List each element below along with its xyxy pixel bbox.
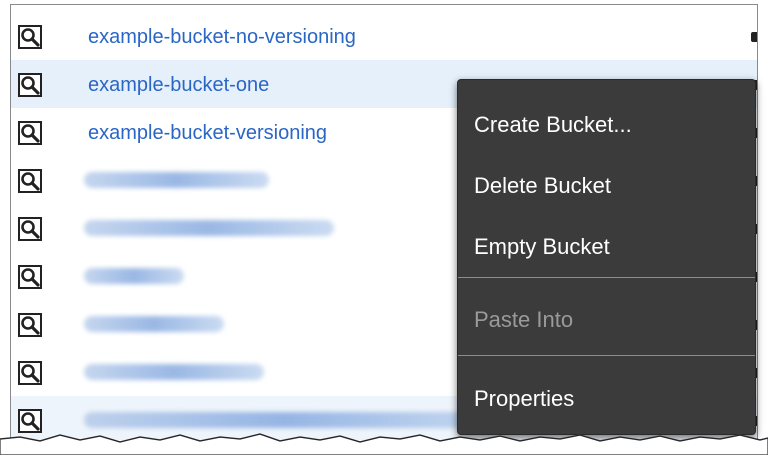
redacted-bucket-name — [84, 220, 334, 236]
bucket-name[interactable]: example-bucket-one — [88, 75, 269, 95]
context-menu: Create Bucket... Delete Bucket Empty Buc… — [457, 79, 756, 435]
panel-border — [757, 4, 758, 440]
menu-item-properties[interactable]: Properties — [474, 387, 574, 411]
torn-edge-decoration — [0, 433, 768, 455]
magnifier-icon — [18, 265, 42, 289]
menu-item-paste-into: Paste Into — [474, 307, 574, 332]
panel-border — [10, 4, 758, 5]
magnifier-icon — [18, 121, 42, 145]
bucket-row[interactable]: example-bucket-no-versioning — [11, 12, 757, 60]
magnifier-icon — [18, 25, 42, 49]
redacted-bucket-name — [84, 316, 224, 332]
magnifier-icon — [18, 217, 42, 241]
menu-item-delete-bucket[interactable]: Delete Bucket — [474, 174, 611, 198]
magnifier-icon — [18, 361, 42, 385]
bucket-name[interactable]: example-bucket-versioning — [88, 123, 327, 143]
magnifier-icon — [18, 73, 42, 97]
magnifier-icon — [18, 313, 42, 337]
redacted-bucket-name — [84, 268, 184, 284]
panel-border — [10, 4, 11, 440]
bucket-name[interactable]: example-bucket-no-versioning — [88, 27, 356, 47]
menu-item-empty-bucket[interactable]: Empty Bucket — [474, 235, 610, 259]
menu-separator — [458, 277, 755, 278]
redacted-bucket-name — [84, 172, 269, 188]
redacted-bucket-name — [84, 364, 264, 380]
menu-item-create-bucket[interactable]: Create Bucket... — [474, 113, 632, 137]
menu-separator — [458, 355, 755, 356]
magnifier-icon — [18, 169, 42, 193]
